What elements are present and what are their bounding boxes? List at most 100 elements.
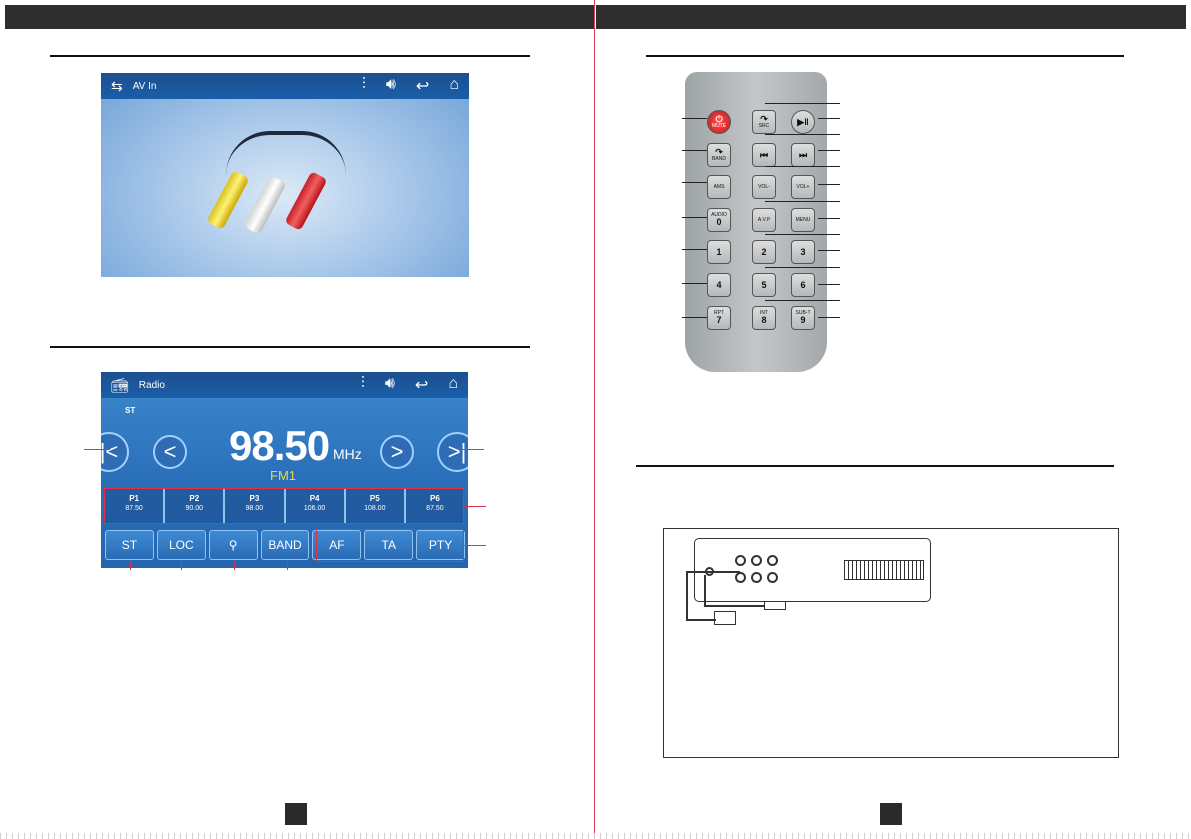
radio-icon[interactable]: 📻︎ bbox=[111, 377, 129, 394]
head-unit-rear bbox=[694, 538, 931, 602]
band-label: FM1 bbox=[270, 468, 296, 483]
digit-5-button[interactable]: 5 bbox=[752, 273, 776, 297]
seek-next-leader bbox=[462, 449, 484, 450]
rca-jack bbox=[767, 555, 778, 566]
cable-line bbox=[686, 571, 740, 573]
rca-jack bbox=[751, 555, 762, 566]
mute-button[interactable]: ⏻ MUTE bbox=[707, 110, 731, 134]
home-icon[interactable]: ⌂ bbox=[448, 375, 458, 395]
callout-7 bbox=[682, 317, 707, 318]
search-icon: ⚲ bbox=[228, 538, 238, 552]
band-leader bbox=[287, 562, 288, 570]
rds-highlight-box bbox=[316, 529, 464, 562]
previous-button[interactable]: ⏮ bbox=[752, 143, 776, 167]
rca-jack bbox=[767, 572, 778, 583]
callout-src bbox=[765, 103, 840, 104]
st-leader bbox=[130, 562, 131, 570]
digit-2-button[interactable]: 2 bbox=[752, 240, 776, 264]
callout-vol-down bbox=[765, 166, 840, 167]
section-rule-av bbox=[50, 55, 530, 57]
src-button[interactable]: ↷ SRC bbox=[752, 110, 776, 134]
cable-line bbox=[704, 605, 764, 607]
source-icon[interactable]: ⇆ bbox=[111, 78, 123, 95]
avp-button[interactable]: A.V.P bbox=[752, 208, 776, 232]
radio-title: Radio bbox=[138, 379, 165, 391]
digit-3-button[interactable]: 3 bbox=[791, 240, 815, 264]
stereo-indicator: ST bbox=[125, 406, 136, 415]
yellow-rca-plug bbox=[206, 170, 250, 230]
home-icon[interactable]: ⌂ bbox=[449, 76, 459, 96]
callout-2 bbox=[765, 234, 840, 235]
ams-button[interactable]: AMS bbox=[707, 175, 731, 199]
connection-diagram bbox=[663, 528, 1119, 758]
frequency-display: 98.50 bbox=[229, 422, 330, 469]
equalizer-icon[interactable]: ⫶ bbox=[361, 375, 365, 395]
band-remote-label: BAND bbox=[712, 156, 726, 162]
rca-jack bbox=[735, 555, 746, 566]
band-button[interactable]: BAND bbox=[260, 530, 310, 560]
digit-9: 9 bbox=[800, 315, 806, 325]
callout-8 bbox=[765, 300, 840, 301]
back-icon[interactable]: ↩ bbox=[415, 375, 428, 395]
rca-cable bbox=[226, 131, 346, 175]
wiring-harness-connector bbox=[844, 560, 924, 580]
skip-previous-icon: |< bbox=[101, 439, 119, 464]
equalizer-icon[interactable]: ⫶ bbox=[362, 76, 366, 96]
back-icon[interactable]: ↩ bbox=[416, 76, 429, 96]
digit-1-button[interactable]: 1 bbox=[707, 240, 731, 264]
tune-up-button[interactable]: > bbox=[380, 435, 414, 469]
audio-0-button[interactable]: AUDIO 0 bbox=[707, 208, 731, 232]
digit-7: 7 bbox=[716, 315, 722, 325]
previous-track-icon: ⏮ bbox=[759, 149, 769, 160]
digit-5: 5 bbox=[761, 279, 767, 290]
seek-next-button[interactable]: >| bbox=[437, 432, 468, 472]
left-header-bar bbox=[5, 5, 594, 29]
vol-up-label: VOL+ bbox=[796, 183, 810, 190]
chevron-right-icon: > bbox=[390, 439, 404, 464]
vol-down-button[interactable]: VOL- bbox=[752, 175, 776, 199]
callout-ams bbox=[682, 182, 707, 183]
callout-6 bbox=[818, 284, 840, 285]
search-button[interactable]: ⚲ bbox=[208, 530, 258, 560]
section-rule-remote bbox=[646, 55, 1124, 57]
band-remote-button[interactable]: ↷ BAND bbox=[707, 143, 731, 167]
digit-2: 2 bbox=[761, 246, 767, 257]
menu-button[interactable]: MENU bbox=[791, 208, 815, 232]
ams-label: AMS bbox=[713, 183, 725, 190]
play-pause-icon: ▶‖ bbox=[797, 116, 809, 127]
seek-previous-button[interactable]: |< bbox=[101, 432, 129, 472]
rca-jack bbox=[751, 572, 762, 583]
callout-mute bbox=[682, 118, 707, 119]
next-button[interactable]: ⏭ bbox=[791, 143, 815, 167]
int-8-button[interactable]: INT 8 bbox=[752, 306, 776, 330]
digit-1: 1 bbox=[716, 246, 722, 257]
loc-button[interactable]: LOC bbox=[156, 530, 206, 560]
st-button[interactable]: ST bbox=[105, 530, 154, 560]
seek-previous-leader bbox=[84, 449, 110, 450]
red-rca-plug bbox=[284, 171, 328, 231]
subt-9-button[interactable]: SUB-T 9 bbox=[791, 306, 815, 330]
remote-control: ⏻ MUTE ↷ SRC ▶‖ ↷ BAND ⏮ ⏭ AMS VOL- VOL+ AU… bbox=[685, 72, 827, 372]
volume-icon[interactable]: 🔊︎ bbox=[386, 76, 396, 96]
skip-next-icon: >| bbox=[447, 439, 467, 464]
preset-leader bbox=[464, 506, 486, 507]
chevron-left-icon: < bbox=[163, 439, 177, 464]
cable-line bbox=[686, 571, 688, 621]
tune-down-button[interactable]: < bbox=[153, 435, 187, 469]
callout-band bbox=[682, 150, 707, 151]
rca-jack bbox=[735, 572, 746, 583]
rpt-7-button[interactable]: RPT 7 bbox=[707, 306, 731, 330]
play-pause-button[interactable]: ▶‖ bbox=[791, 110, 815, 134]
digit-4-button[interactable]: 4 bbox=[707, 273, 731, 297]
volume-icon[interactable]: 🔊︎ bbox=[385, 375, 395, 395]
vol-up-button[interactable]: VOL+ bbox=[791, 175, 815, 199]
callout-avp bbox=[765, 201, 840, 202]
src-label: SRC bbox=[758, 123, 770, 129]
avp-label: A.V.P bbox=[757, 216, 771, 223]
callout-1 bbox=[682, 249, 707, 250]
callout-3 bbox=[818, 250, 840, 251]
loc-leader bbox=[181, 562, 182, 570]
rds-leader bbox=[464, 545, 486, 546]
menu-label: MENU bbox=[795, 216, 811, 223]
digit-6-button[interactable]: 6 bbox=[791, 273, 815, 297]
